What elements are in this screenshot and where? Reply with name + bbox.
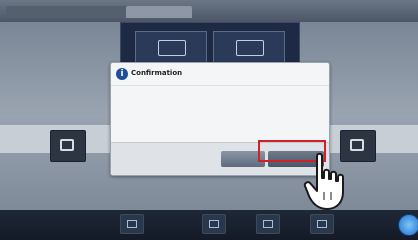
- title-bar: [0, 0, 418, 22]
- panel-tile-left[interactable]: [135, 31, 207, 65]
- toolbar-icon-2: [209, 220, 219, 228]
- toolbar-icon-3: [263, 220, 273, 228]
- tab-secondary[interactable]: [126, 6, 192, 18]
- info-icon: i: [116, 68, 128, 80]
- bottom-toolbar: [0, 210, 418, 240]
- dialog-title-bar: i Confirmation: [111, 63, 329, 86]
- toolbar-button-1[interactable]: [120, 214, 144, 234]
- tab-primary[interactable]: [6, 6, 132, 18]
- pointing-hand-icon: [303, 152, 344, 210]
- return-icon: [60, 139, 74, 151]
- toolbar-button-3[interactable]: [256, 214, 280, 234]
- help-round-button[interactable]: [398, 214, 418, 236]
- toolbar-icon-4: [317, 220, 327, 228]
- panel-icon-right: [236, 40, 264, 56]
- toolbar-icon-1: [127, 220, 137, 228]
- panel-icon-left: [158, 40, 186, 56]
- toolbar-button-2[interactable]: [202, 214, 226, 234]
- toolbar-button-4[interactable]: [310, 214, 334, 234]
- forward-icon: [350, 139, 364, 151]
- dialog-title: Confirmation: [131, 69, 183, 77]
- panel-tile-right[interactable]: [213, 31, 285, 65]
- left-action-button[interactable]: [50, 130, 86, 162]
